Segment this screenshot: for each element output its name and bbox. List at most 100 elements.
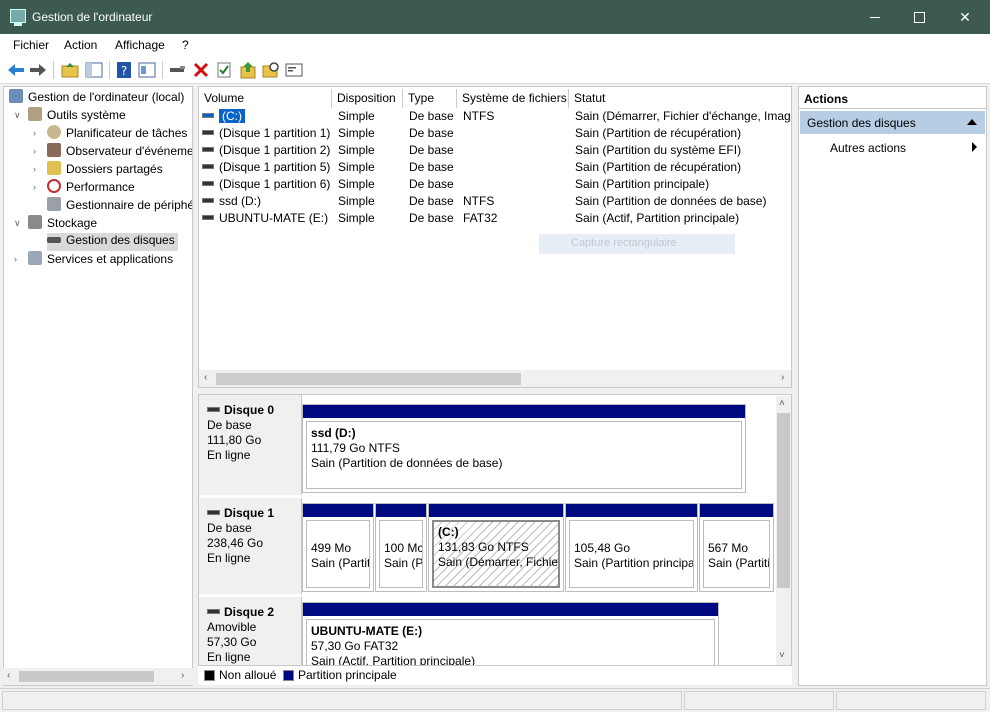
tree-disk-management[interactable]: Gestion des disques [47,233,178,251]
window-title: Gestion de l'ordinateur [32,10,153,24]
disk-1-label[interactable]: Disque 1 De base 238,46 Go En ligne [199,498,302,594]
tree-horizontal-scrollbar[interactable]: ‹ › [3,668,193,685]
volume-row[interactable]: UBUNTU-MATE (E:) Simple De base FAT32 Sa… [199,210,791,227]
volume-horizontal-scrollbar[interactable]: ‹ › [199,370,791,387]
forward-arrow-icon[interactable] [28,60,48,80]
disk-2-label[interactable]: Disque 2 Amovible 57,30 Go En ligne [199,597,302,665]
disk-icon [207,407,220,412]
tree-root[interactable]: Gestion de l'ordinateur (local) [9,89,184,107]
clock-icon [47,125,61,139]
volume-icon [202,181,214,186]
volume-icon [202,198,214,203]
minimize-button[interactable] [852,0,898,34]
tree-device-manager[interactable]: Gestionnaire de périphé [47,197,192,215]
checkbox-icon[interactable] [214,60,234,80]
volume-row[interactable]: (C:) Simple De base NTFS Sain (Démarrer,… [199,108,791,125]
export-icon[interactable] [238,60,258,80]
volume-row[interactable]: (Disque 1 partition 2) Simple De base Sa… [199,142,791,159]
collapse-chevron-icon[interactable]: › [33,128,36,138]
status-segment [684,691,834,710]
properties-icon[interactable] [137,60,157,80]
close-button[interactable]: ✕ [942,0,988,34]
tree-services-applications[interactable]: › Services et applications [14,251,173,269]
tree-performance[interactable]: › Performance [33,179,135,197]
volume-icon [202,113,214,118]
shared-folder-icon [47,161,61,175]
col-volume[interactable]: Volume [199,89,332,108]
connect-icon[interactable] [168,60,188,80]
partition-c[interactable]: (C:) 131,83 Go NTFS Sain (Démarrer, Fich… [428,503,564,592]
tree-system-tools[interactable]: ∨ Outils système [14,107,126,125]
computer-icon [9,89,23,103]
search-icon[interactable] [261,60,281,80]
menu-action[interactable]: Action [64,38,97,52]
menu-help[interactable]: ? [182,38,189,52]
partition-disk1-p5[interactable]: 567 Mo Sain (Partiti [699,503,774,592]
volume-icon [202,215,214,220]
computer-management-icon [10,9,26,26]
tools-icon [28,107,42,121]
partition-disk1-p1[interactable]: 499 Mo Sain (Partit [302,503,374,592]
delete-icon[interactable] [191,60,211,80]
partition-disk1-p2[interactable]: 100 Mc Sain (P [375,503,427,592]
collapse-chevron-icon[interactable]: › [33,164,36,174]
console-icon[interactable] [284,60,304,80]
menu-affichage[interactable]: Affichage [115,38,165,52]
disks-vertical-scrollbar[interactable]: ˄ ˅ [776,396,791,665]
partition-ssd-d[interactable]: ssd (D:) 111,79 Go NTFS Sain (Partition … [302,404,746,493]
tree-event-viewer[interactable]: › Observateur d'événeme [33,143,192,161]
performance-icon [47,179,61,193]
expand-chevron-icon[interactable]: ∨ [14,110,21,121]
folder-up-icon[interactable] [60,60,80,80]
collapse-chevron-icon[interactable]: › [33,182,36,192]
volume-row[interactable]: (Disque 1 partition 1) Simple De base Sa… [199,125,791,142]
actions-pane: Actions Gestion des disques Autres actio… [798,86,987,686]
submenu-arrow-icon[interactable] [972,142,977,152]
scroll-left-icon[interactable]: ‹ [204,372,207,383]
back-arrow-icon[interactable] [6,60,26,80]
volume-icon [202,130,214,135]
col-disposition[interactable]: Disposition [332,89,403,108]
maximize-button[interactable] [896,0,942,34]
volume-row[interactable]: (Disque 1 partition 6) Simple De base Sa… [199,176,791,193]
scroll-left-icon[interactable]: ‹ [7,670,10,681]
partition-ubuntu-mate-e[interactable]: UBUNTU-MATE (E:) 57,30 Go FAT32 Sain (Ac… [302,602,719,665]
status-segment [836,691,986,710]
volume-row[interactable]: ssd (D:) Simple De base NTFS Sain (Parti… [199,193,791,210]
tree-task-scheduler[interactable]: › Planificateur de tâches [33,125,187,143]
volume-icon [202,147,214,152]
scroll-down-icon[interactable]: ˅ [779,650,785,661]
capture-tooltip: Capture rectangulaire [539,234,735,254]
scroll-thumb[interactable] [216,373,521,385]
collapse-up-icon[interactable] [967,119,977,125]
volume-list: Volume Disposition Type Système de fichi… [198,86,792,388]
scroll-right-icon[interactable]: › [181,670,184,681]
menu-fichier[interactable]: Fichier [13,38,49,52]
title-bar: Gestion de l'ordinateur ✕ [0,0,990,34]
show-hide-tree-icon[interactable] [84,60,104,80]
partition-disk1-p4[interactable]: 105,48 Go Sain (Partition principa [565,503,698,592]
scroll-right-icon[interactable]: › [781,372,784,383]
status-segment [2,691,682,710]
scroll-thumb[interactable] [777,413,790,588]
legend-unallocated: Non alloué [219,668,277,682]
scroll-thumb[interactable] [19,671,154,682]
help-icon[interactable]: ? [114,60,134,80]
disk-0-label[interactable]: Disque 0 De base 111,80 Go En ligne [199,395,302,495]
col-filesystem[interactable]: Système de fichiers [457,89,569,108]
svg-text:?: ? [121,64,127,78]
expand-chevron-icon[interactable]: ∨ [14,218,21,229]
actions-section-disk-management[interactable]: Gestion des disques [800,111,985,134]
device-manager-icon [47,197,61,211]
tree-storage[interactable]: ∨ Stockage [14,215,97,233]
volume-row[interactable]: (Disque 1 partition 5) Simple De base Sa… [199,159,791,176]
col-type[interactable]: Type [403,89,457,108]
navigation-tree: Gestion de l'ordinateur (local) ∨ Outils … [3,86,193,686]
scroll-up-icon[interactable]: ˄ [779,398,785,409]
more-actions-item[interactable]: Autres actions [830,141,906,155]
collapse-chevron-icon[interactable]: › [33,146,36,156]
tree-shared-folders[interactable]: › Dossiers partagés [33,161,163,179]
disk-icon [207,609,220,614]
col-status[interactable]: Statut [569,89,791,108]
collapse-chevron-icon[interactable]: › [14,254,17,264]
